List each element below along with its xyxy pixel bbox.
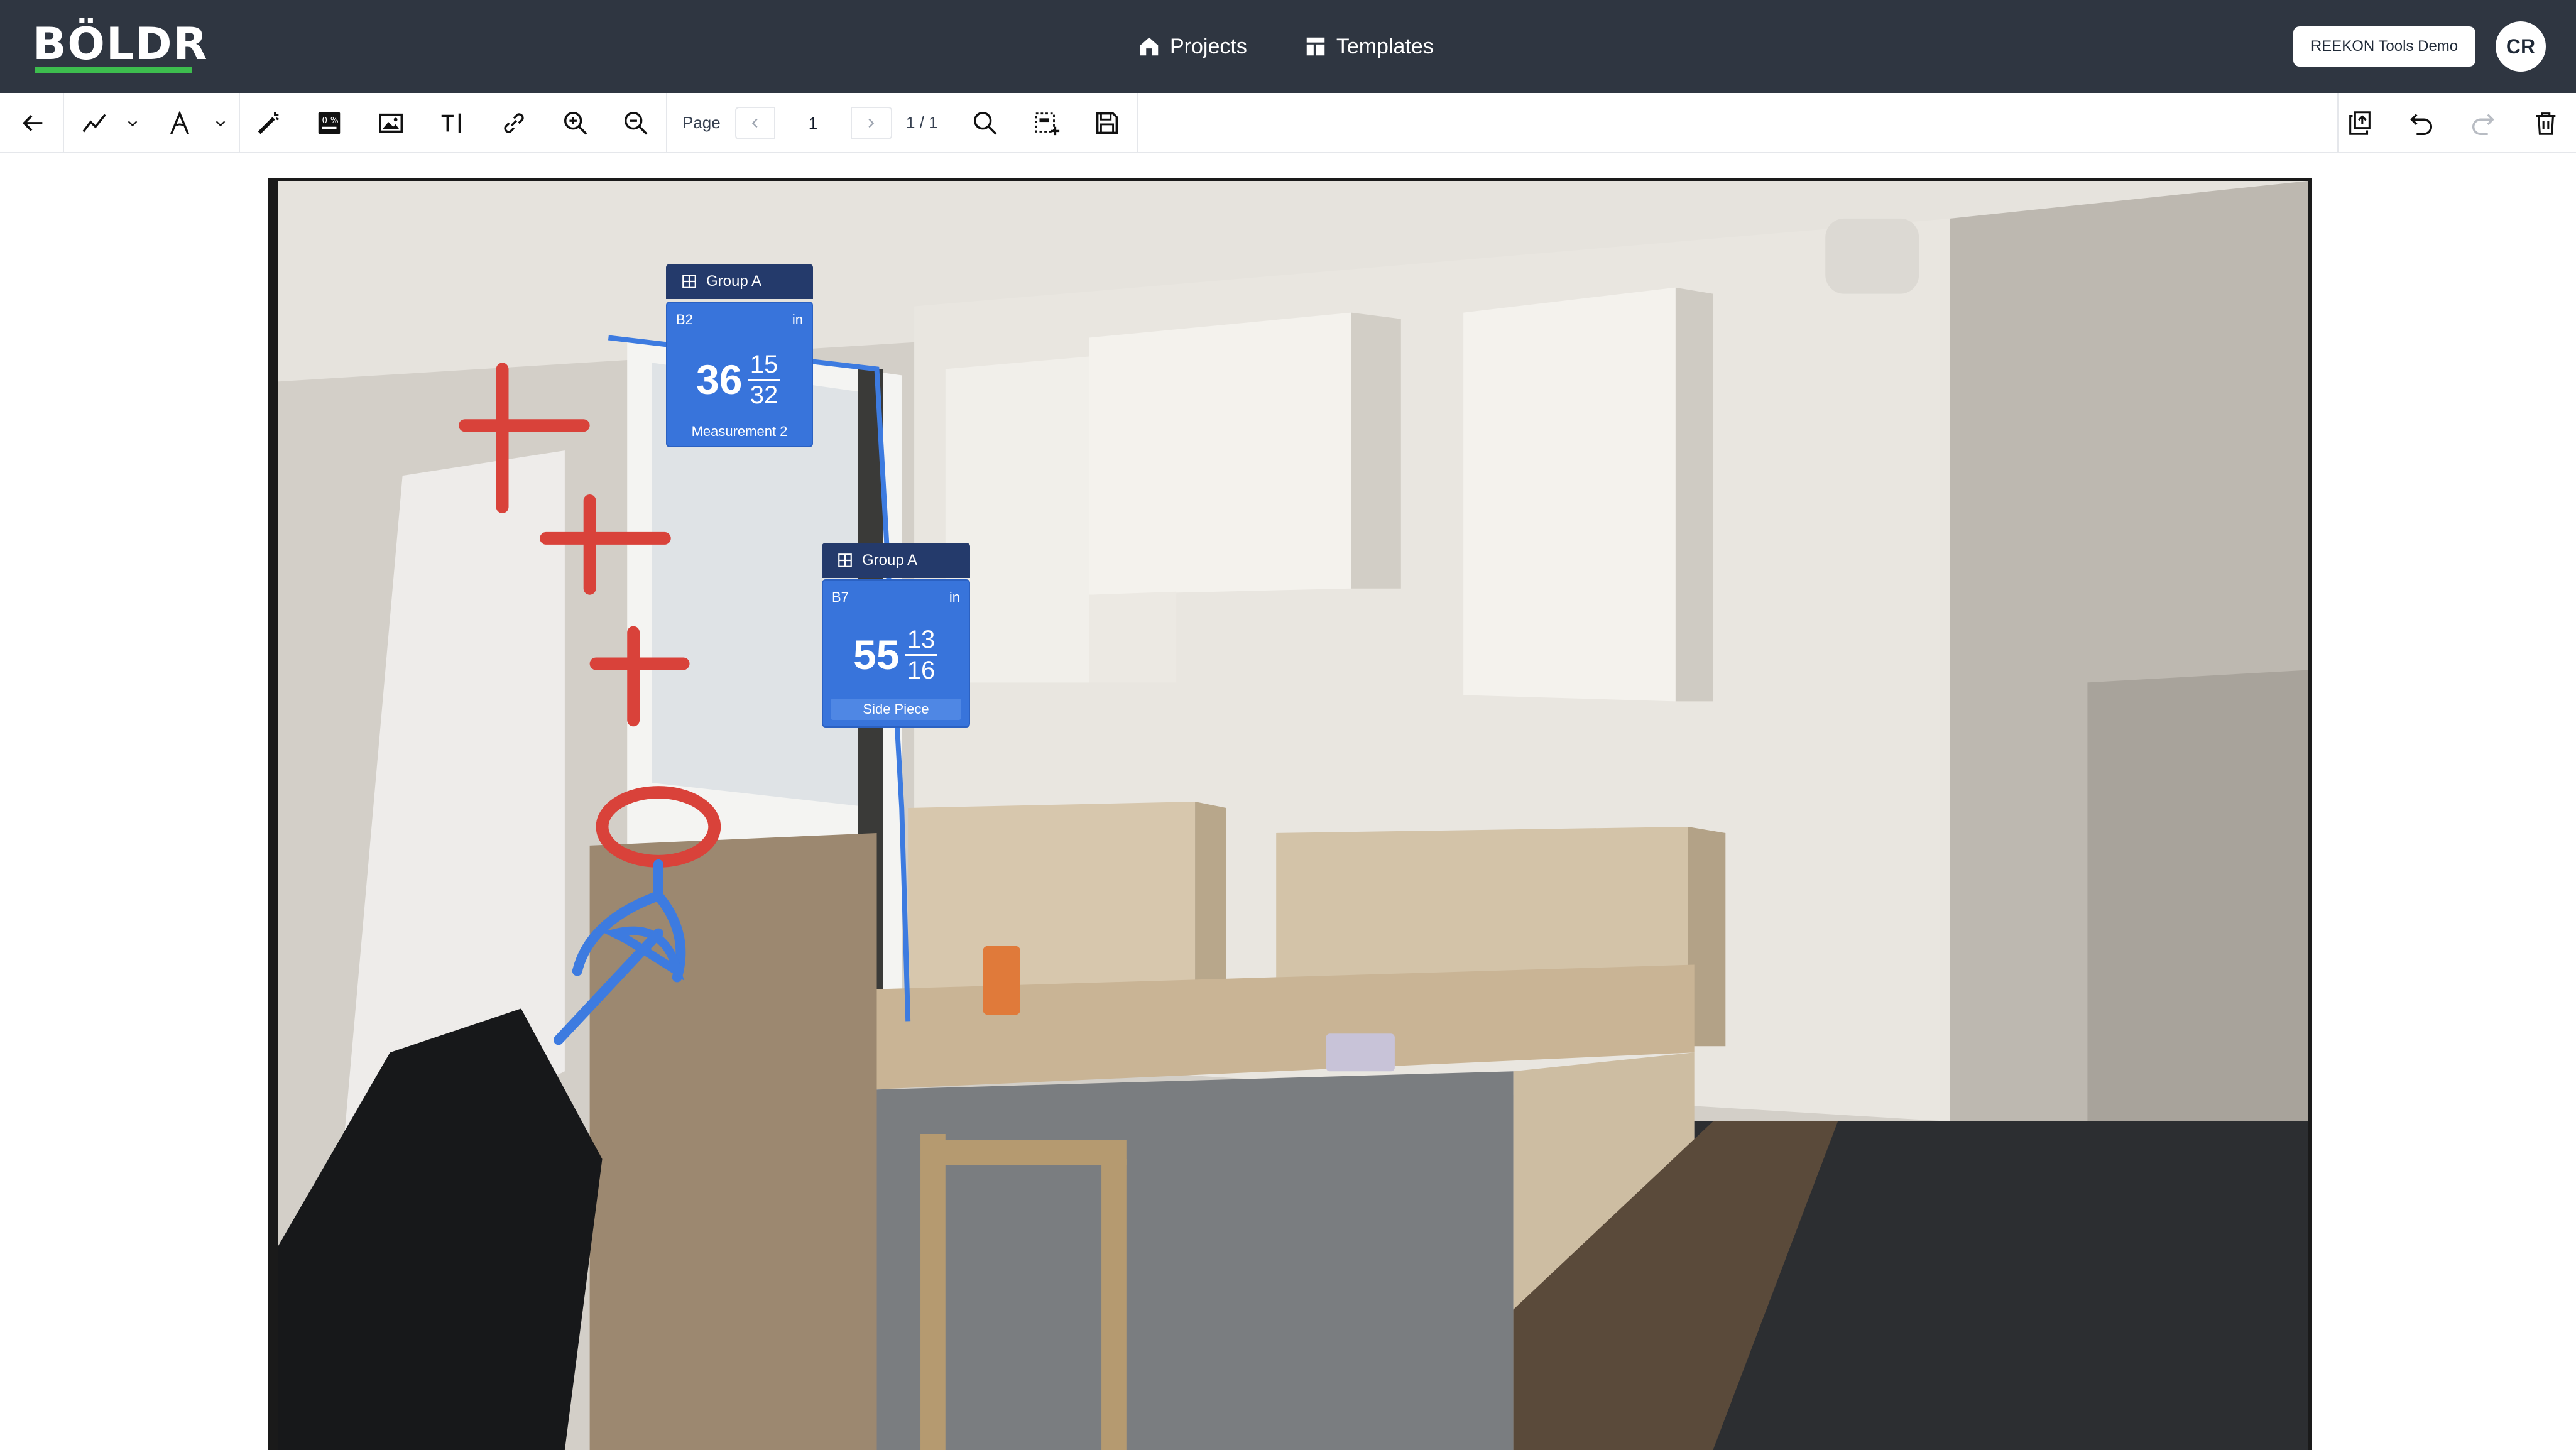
- toolbar-divider: [63, 93, 64, 153]
- measurement-unit: in: [949, 589, 960, 605]
- link-icon: [504, 113, 524, 133]
- measurement-code: B2: [676, 312, 693, 327]
- magic-wand-icon: [258, 112, 280, 134]
- image-icon: [379, 113, 403, 133]
- select-area-tool[interactable]: [1029, 106, 1064, 141]
- save-icon: [1096, 112, 1118, 134]
- fraction-denominator: 16: [907, 657, 936, 684]
- text-tool[interactable]: [435, 106, 470, 141]
- page-count: 1 / 1: [906, 113, 938, 132]
- grid-icon: [682, 275, 696, 288]
- workspace-button[interactable]: REEKON Tools Demo: [2293, 26, 2475, 67]
- redo-icon: [2472, 114, 2494, 135]
- toolbar-divider: [239, 93, 240, 153]
- polyline-tool[interactable]: [77, 106, 112, 141]
- previous-page-button[interactable]: [744, 107, 767, 139]
- nav-projects-label: Projects: [1170, 34, 1247, 58]
- undo-icon: [2410, 114, 2432, 135]
- text-icon: [441, 113, 461, 133]
- export-button[interactable]: [2342, 106, 2377, 141]
- angle-icon: [170, 111, 190, 134]
- magic-wand-tool[interactable]: [251, 106, 287, 141]
- main-nav: Projects Templates: [1137, 28, 1434, 65]
- measurement-caption: Side Piece: [831, 699, 961, 720]
- delete-button[interactable]: [2528, 106, 2563, 141]
- measurement-unit: in: [792, 312, 803, 327]
- next-page-button[interactable]: [860, 107, 882, 139]
- zoom-out-icon: [624, 111, 648, 135]
- measurement-caption: Measurement 2: [691, 423, 788, 439]
- measurement-card-b7[interactable]: B7 in 55 13 16 Side Piece: [822, 579, 970, 728]
- save-button[interactable]: [1089, 106, 1125, 141]
- measurement-code: B7: [832, 589, 849, 605]
- link-tool[interactable]: [496, 106, 532, 141]
- group-tag-label: Group A: [862, 552, 918, 569]
- measurement-fraction: 13 16: [905, 626, 937, 684]
- toolbar-divider: [1137, 93, 1138, 153]
- kitchen-photo[interactable]: [268, 178, 2312, 1450]
- measurement-card-b2[interactable]: B2 in 36 15 32 Measurement 2: [666, 302, 813, 447]
- zoom-out-button[interactable]: [618, 106, 653, 141]
- top-navbar: BÖLDR Projects Templates REEKON Tools De…: [0, 0, 2576, 93]
- toolbar-divider: [2337, 93, 2339, 153]
- select-area-icon: [1035, 112, 1060, 136]
- photo-scene: [278, 181, 2308, 1450]
- search-button[interactable]: [968, 106, 1003, 141]
- chevron-left-icon: [751, 118, 758, 128]
- chevron-down-icon: [128, 121, 138, 127]
- svg-text:0: 0: [322, 116, 328, 126]
- editor-toolbar: 0% Page 1 / 1: [0, 93, 2576, 153]
- nav-templates-label: Templates: [1336, 34, 1434, 58]
- measurement-fraction: 15 32: [748, 351, 780, 409]
- group-tag-b2[interactable]: Group A: [666, 264, 813, 299]
- group-tag-label: Group A: [706, 273, 762, 290]
- back-button[interactable]: [15, 106, 50, 141]
- fraction-denominator: 32: [750, 381, 778, 409]
- fraction-bar: [905, 654, 937, 656]
- angle-tool[interactable]: [162, 106, 197, 141]
- image-tool[interactable]: [373, 106, 408, 141]
- back-arrow-icon: [22, 115, 43, 131]
- polyline-dropdown[interactable]: [123, 106, 142, 141]
- undo-button[interactable]: [2404, 106, 2439, 141]
- export-icon: [2349, 111, 2371, 135]
- chevron-right-icon: [868, 118, 875, 128]
- zoom-in-button[interactable]: [558, 106, 593, 141]
- nav-projects[interactable]: Projects: [1137, 35, 1247, 59]
- polyline-icon: [82, 114, 106, 133]
- calculator-tool[interactable]: 0%: [312, 106, 347, 141]
- home-icon: [1140, 37, 1159, 56]
- grid-icon: [838, 553, 852, 567]
- angle-dropdown[interactable]: [211, 106, 230, 141]
- trash-icon: [2536, 112, 2556, 135]
- redo-button[interactable]: [2465, 106, 2501, 141]
- calculator-icon: 0%: [318, 112, 341, 134]
- zoom-in-icon: [564, 111, 587, 135]
- boldr-logo[interactable]: BÖLDR: [33, 19, 207, 73]
- logo-underline: [35, 67, 192, 73]
- logo-text: BÖLDR: [33, 18, 209, 70]
- search-icon: [973, 111, 997, 135]
- page-number-input[interactable]: [774, 107, 852, 139]
- template-icon: [1306, 37, 1325, 56]
- toolbar-divider: [666, 93, 667, 153]
- measurement-whole: 55: [853, 631, 900, 678]
- user-avatar[interactable]: CR: [2496, 21, 2546, 72]
- group-tag-b7[interactable]: Group A: [822, 543, 970, 578]
- page-label: Page: [682, 113, 721, 132]
- nav-templates[interactable]: Templates: [1304, 35, 1434, 59]
- chevron-down-icon: [216, 121, 226, 127]
- measurement-whole: 36: [696, 356, 743, 403]
- fraction-numerator: 15: [750, 351, 778, 378]
- svg-text:%: %: [330, 116, 339, 126]
- fraction-numerator: 13: [907, 626, 936, 653]
- fraction-bar: [748, 379, 780, 381]
